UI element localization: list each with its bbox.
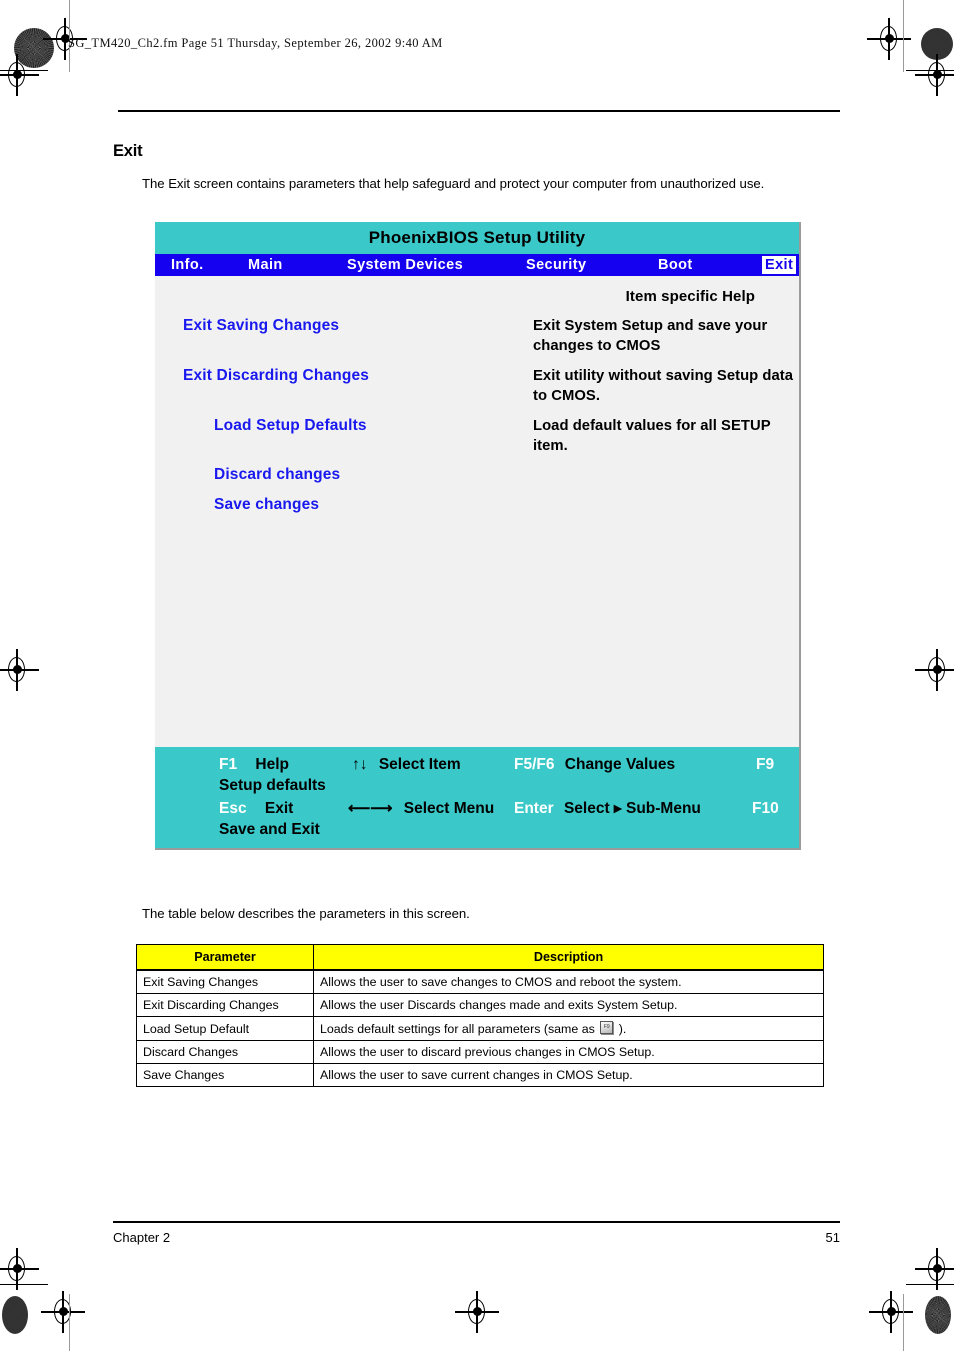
bios-footer-key-f9-label: F9 bbox=[756, 756, 775, 773]
table-row: Save Changes Allows the user to save cur… bbox=[136, 1063, 824, 1087]
bios-footer-key-esc-action: Exit bbox=[264, 800, 294, 817]
bios-footer-key-f10-action: Save and Exit bbox=[219, 821, 320, 838]
trim-line-right bbox=[903, 0, 904, 72]
table-cell-description: Allows the user Discards changes made an… bbox=[313, 993, 824, 1017]
left-right-arrow-icon: ⟵⟶ bbox=[348, 800, 393, 817]
bios-menu-item-main[interactable]: Main bbox=[248, 257, 283, 273]
table-cell-parameter: Exit Saving Changes bbox=[136, 969, 314, 994]
bios-setup-screenshot: PhoenixBIOS Setup Utility Info. Main Sys… bbox=[155, 222, 801, 850]
registration-mark-bottom-left bbox=[0, 1248, 39, 1290]
bios-footer-key-f9: F9 bbox=[756, 754, 774, 775]
halftone-patch-bottom-left bbox=[2, 1296, 28, 1334]
bios-option-load-setup-defaults[interactable]: Load Setup Defaults bbox=[214, 417, 367, 435]
halftone-patch-bottom-right bbox=[925, 1296, 951, 1334]
registration-mark-bottom-inner-left bbox=[41, 1291, 85, 1333]
bios-footer-key-esc-label: Esc bbox=[219, 800, 247, 817]
bios-menu-item-info[interactable]: Info. bbox=[171, 257, 204, 273]
table-cell-description-post: ). bbox=[615, 1022, 627, 1036]
trim-line-bottom-right bbox=[903, 1294, 904, 1351]
trim-line-bottom-right-h bbox=[906, 1284, 954, 1285]
table-cell-description: Allows the user to discard previous chan… bbox=[313, 1040, 824, 1064]
bios-menu-item-boot[interactable]: Boot bbox=[658, 257, 693, 273]
trim-line-bottom-left bbox=[69, 1294, 70, 1351]
bios-option-discard-changes[interactable]: Discard changes bbox=[214, 466, 340, 484]
registration-mark-middle-right bbox=[915, 649, 954, 691]
bios-footer-key-f1: F1 Help bbox=[219, 754, 289, 775]
halftone-patch-top-left bbox=[14, 28, 54, 68]
table-row: Discard Changes Allows the user to disca… bbox=[136, 1040, 824, 1064]
bios-menu-item-system-devices[interactable]: System Devices bbox=[347, 257, 463, 273]
registration-mark-top-right bbox=[867, 18, 911, 60]
table-header-row: Parameter Description bbox=[136, 944, 824, 971]
table-cell-parameter: Save Changes bbox=[136, 1063, 314, 1087]
page-title: Exit bbox=[113, 142, 143, 161]
section-intro-text: The Exit screen contains parameters that… bbox=[142, 176, 765, 192]
table-cell-description: Allows the user to save current changes … bbox=[313, 1063, 824, 1087]
table-row: Exit Discarding Changes Allows the user … bbox=[136, 993, 824, 1017]
registration-mark-middle-left bbox=[0, 649, 39, 691]
bios-option-exit-discarding-changes[interactable]: Exit Discarding Changes bbox=[183, 367, 369, 385]
table-body: Exit Saving Changes Allows the user to s… bbox=[136, 969, 824, 1087]
bios-footer-row-2: Esc Exit ⟵⟶ Select Menu Enter Select ▸ S… bbox=[155, 798, 799, 842]
bios-body: Item specific Help Exit Saving Changes E… bbox=[155, 276, 799, 747]
up-down-arrow-icon: ↑↓ bbox=[352, 756, 368, 773]
bios-footer-row-1: F1 Help ↑↓ Select Item F5/F6 Change Valu… bbox=[155, 754, 799, 798]
f9-key-icon bbox=[600, 1021, 614, 1034]
table-head: Parameter Description bbox=[136, 944, 824, 971]
bios-footer-key-f10-label: F10 bbox=[752, 800, 779, 817]
registration-mark-bottom-right bbox=[915, 1248, 954, 1290]
trim-line-bottom-left-h bbox=[0, 1284, 48, 1285]
bios-footer-key-esc: Esc Exit bbox=[219, 798, 293, 819]
bios-help-exit-saving-changes: Exit System Setup and save your changes … bbox=[533, 318, 768, 354]
bios-footer-key-f10: F10 bbox=[752, 798, 779, 819]
table-header-description: Description bbox=[313, 944, 824, 971]
bios-footer-key-f9-action: Setup defaults bbox=[219, 777, 326, 794]
bios-menu-item-exit[interactable]: Exit bbox=[762, 256, 797, 274]
table-intro-text: The table below describes the parameters… bbox=[142, 906, 470, 922]
bios-footer-key-enter-label: Enter bbox=[514, 800, 554, 817]
table-cell-parameter: Discard Changes bbox=[136, 1040, 314, 1064]
file-header-line: SG_TM420_Ch2.fm Page 51 Thursday, Septem… bbox=[68, 36, 443, 50]
bios-footer-key-enter-action: Select ▸ Sub-Menu bbox=[563, 800, 701, 817]
table-cell-parameter: Exit Discarding Changes bbox=[136, 993, 314, 1017]
parameter-description-table: Parameter Description Exit Saving Change… bbox=[136, 944, 824, 1087]
table-row: Load Setup Default Loads default setting… bbox=[136, 1016, 824, 1041]
trim-line-top-left-h bbox=[0, 70, 48, 71]
trim-line-top-right-h bbox=[906, 70, 954, 71]
header-rule bbox=[118, 110, 840, 112]
bios-footer-key-enter: Enter Select ▸ Sub-Menu bbox=[514, 798, 701, 819]
bios-help-exit-discarding-changes: Exit utility without saving Setup data t… bbox=[533, 368, 794, 404]
table-row: Exit Saving Changes Allows the user to s… bbox=[136, 969, 824, 994]
bios-footer-select-item-action: Select Item bbox=[378, 756, 461, 773]
footer-chapter-label: Chapter 2 bbox=[113, 1230, 171, 1245]
bios-footer-key-arrows-leftright: ⟵⟶ Select Menu bbox=[348, 798, 494, 819]
bios-footer-key-f5f6-action: Change Values bbox=[564, 756, 676, 773]
bios-footer-keybar: F1 Help ↑↓ Select Item F5/F6 Change Valu… bbox=[155, 747, 799, 848]
table-cell-description: Allows the user to save changes to CMOS … bbox=[313, 969, 824, 994]
table-cell-description-pre: Loads default settings for all parameter… bbox=[320, 1022, 599, 1036]
bios-menu-bar: Info. Main System Devices Security Boot … bbox=[155, 254, 799, 276]
footer-rule bbox=[113, 1221, 840, 1223]
bios-title: PhoenixBIOS Setup Utility bbox=[368, 228, 586, 247]
item-specific-help-title: Item specific Help bbox=[625, 288, 755, 305]
registration-mark-bottom-center bbox=[455, 1291, 499, 1333]
bios-option-save-changes[interactable]: Save changes bbox=[214, 496, 319, 514]
table-cell-description: Loads default settings for all parameter… bbox=[313, 1016, 824, 1041]
table-header-parameter: Parameter bbox=[136, 944, 314, 971]
halftone-patch-top-right bbox=[921, 28, 953, 60]
bios-help-load-setup-defaults: Load default values for all SETUP item. bbox=[533, 418, 771, 454]
table-cell-parameter: Load Setup Default bbox=[136, 1016, 314, 1041]
bios-menu-item-security[interactable]: Security bbox=[526, 257, 586, 273]
footer-page-number: 51 bbox=[825, 1230, 840, 1245]
bios-footer-key-f1-label: F1 bbox=[219, 756, 238, 773]
bios-footer-key-arrows-updown: ↑↓ Select Item bbox=[352, 754, 461, 775]
bios-footer-select-menu-action: Select Menu bbox=[403, 800, 495, 817]
bios-title-bar: PhoenixBIOS Setup Utility bbox=[155, 222, 799, 254]
registration-mark-top-far-right bbox=[915, 54, 954, 96]
bios-footer-key-f1-action: Help bbox=[255, 756, 289, 773]
bios-footer-key-f5f6: F5/F6 Change Values bbox=[514, 754, 675, 775]
bios-footer-key-f5f6-label: F5/F6 bbox=[514, 756, 555, 773]
bios-option-exit-saving-changes[interactable]: Exit Saving Changes bbox=[183, 317, 339, 335]
